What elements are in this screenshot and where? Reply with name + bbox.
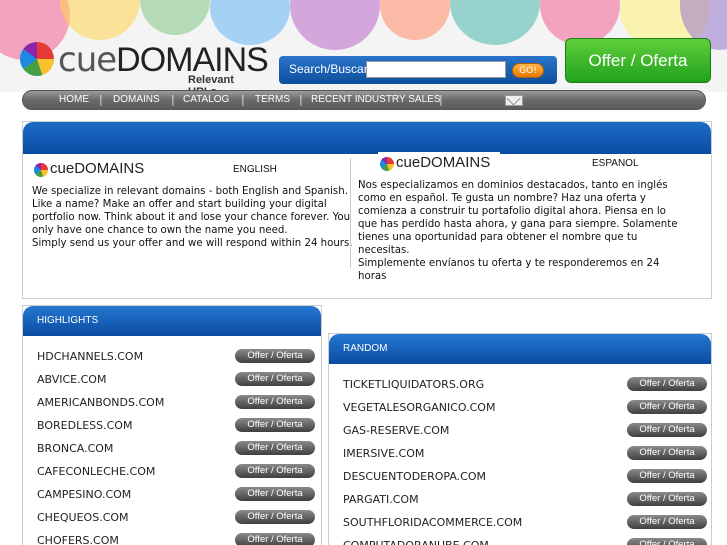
offer-button[interactable]: Offer / Oferta <box>235 441 315 455</box>
search-go-button[interactable]: GO! <box>512 63 544 78</box>
spanish-label: ESPANOL <box>592 158 639 169</box>
list-item: PARGATI.COM Offer / Oferta <box>329 490 711 513</box>
list-item: BRONCA.COM Offer / Oferta <box>23 439 321 462</box>
search-label: Search/Buscar <box>289 62 368 76</box>
list-item: HDCHANNELS.COM Offer / Oferta <box>23 347 321 370</box>
domain-name[interactable]: BOREDLESS.COM <box>37 419 132 432</box>
logo-ball-icon <box>20 42 54 76</box>
spanish-text: Nos especializamos en dominios destacado… <box>358 180 678 282</box>
random-box: RANDOM TICKETLIQUIDATORS.ORG Offer / Ofer… <box>328 333 712 545</box>
offer-button[interactable]: Offer / Oferta <box>235 418 315 432</box>
domain-name[interactable]: BRONCA.COM <box>37 442 113 455</box>
domain-name[interactable]: ABVICE.COM <box>37 373 106 386</box>
offer-button[interactable]: Offer / Oferta <box>235 510 315 524</box>
offer-button[interactable]: Offer / Oferta <box>627 377 707 391</box>
domain-name[interactable]: HDCHANNELS.COM <box>37 350 143 363</box>
offer-button[interactable]: Offer / Oferta <box>627 538 707 545</box>
offer-button[interactable]: Offer / Oferta <box>627 446 707 460</box>
site-logo[interactable]: cueDOMAINS Relevant URLs <box>20 40 269 98</box>
list-item: GAS-RESERVE.COM Offer / Oferta <box>329 421 711 444</box>
offer-button[interactable]: Offer / Oferta <box>235 533 315 545</box>
nav-domains[interactable]: DOMAINS <box>113 94 160 105</box>
domain-name[interactable]: CHOFERS.COM <box>37 534 119 545</box>
logo-ball-icon <box>34 163 48 177</box>
search-input[interactable] <box>366 61 506 78</box>
offer-button[interactable]: Offer / Oferta <box>627 400 707 414</box>
search-bar: Search/Buscar GO! <box>279 56 557 84</box>
domain-name[interactable]: COMPUTADORANUBE.COM <box>343 539 489 545</box>
offer-button[interactable]: Offer / Oferta <box>565 38 711 83</box>
intro-spanish: cueDOMAINS ESPANOL Nos especializamos en… <box>358 152 683 283</box>
list-item: DESCUENTODEROPA.COM Offer / Oferta <box>329 467 711 490</box>
list-item: BOREDLESS.COM Offer / Oferta <box>23 416 321 439</box>
domain-name[interactable]: VEGETALESORGANICO.COM <box>343 401 495 414</box>
domain-name[interactable]: PARGATI.COM <box>343 493 419 506</box>
list-item: IMERSIVE.COM Offer / Oferta <box>329 444 711 467</box>
nav-catalog[interactable]: CATALOG <box>183 94 229 105</box>
domain-name[interactable]: AMERICANBONDS.COM <box>37 396 164 409</box>
list-item: AMERICANBONDS.COM Offer / Oferta <box>23 393 321 416</box>
offer-button[interactable]: Offer / Oferta <box>627 492 707 506</box>
list-item: SOUTHFLORIDACOMMERCE.COM Offer / Oferta <box>329 513 711 536</box>
nav-terms[interactable]: TERMS <box>255 94 290 105</box>
domain-name[interactable]: SOUTHFLORIDACOMMERCE.COM <box>343 516 522 529</box>
intro-divider <box>350 158 351 268</box>
list-item: CHEQUEOS.COM Offer / Oferta <box>23 508 321 531</box>
highlights-title: HIGHLIGHTS <box>23 306 321 336</box>
domain-name[interactable]: CAFECONLECHE.COM <box>37 465 155 478</box>
list-item: VEGETALESORGANICO.COM Offer / Oferta <box>329 398 711 421</box>
english-label: ENGLISH <box>233 164 277 175</box>
list-item: CAFECONLECHE.COM Offer / Oferta <box>23 462 321 485</box>
list-item: CAMPESINO.COM Offer / Oferta <box>23 485 321 508</box>
intro-header-bar <box>23 122 711 154</box>
mail-icon[interactable] <box>505 95 523 106</box>
intro-english: cueDOMAINS ENGLISH We specialize in rele… <box>32 158 357 250</box>
mini-logo: cueDOMAINS <box>378 152 500 174</box>
offer-button[interactable]: Offer / Oferta <box>235 349 315 363</box>
list-item: CHOFERS.COM Offer / Oferta <box>23 531 321 545</box>
nav-recent-sales[interactable]: RECENT INDUSTRY SALES <box>311 94 440 105</box>
list-item: COMPUTADORANUBE.COM Offer / Oferta <box>329 536 711 545</box>
offer-button[interactable]: Offer / Oferta <box>235 464 315 478</box>
offer-button[interactable]: Offer / Oferta <box>235 372 315 386</box>
highlights-box: HIGHLIGHTS HDCHANNELS.COM Offer / Oferta A… <box>22 305 322 545</box>
domain-name[interactable]: DESCUENTODEROPA.COM <box>343 470 486 483</box>
logo-cue: cue <box>58 40 117 80</box>
nav-home[interactable]: HOME <box>59 94 89 105</box>
domain-name[interactable]: GAS-RESERVE.COM <box>343 424 449 437</box>
offer-button[interactable]: Offer / Oferta <box>627 469 707 483</box>
domain-name[interactable]: IMERSIVE.COM <box>343 447 424 460</box>
mini-logo: cueDOMAINS <box>32 158 154 180</box>
list-item: TICKETLIQUIDATORS.ORG Offer / Oferta <box>329 375 711 398</box>
offer-button[interactable]: Offer / Oferta <box>235 487 315 501</box>
logo-ball-icon <box>380 157 394 171</box>
intro-panel: cueDOMAINS ENGLISH We specialize in rele… <box>22 121 712 299</box>
offer-button[interactable]: Offer / Oferta <box>627 423 707 437</box>
domain-name[interactable]: TICKETLIQUIDATORS.ORG <box>343 378 484 391</box>
english-text: We specialize in relevant domains - both… <box>32 186 353 249</box>
random-title: RANDOM <box>329 334 711 364</box>
main-nav: HOME | DOMAINS | CATALOG | TERMS | RECEN… <box>22 90 706 110</box>
domain-name[interactable]: CHEQUEOS.COM <box>37 511 129 524</box>
offer-button[interactable]: Offer / Oferta <box>627 515 707 529</box>
offer-button[interactable]: Offer / Oferta <box>235 395 315 409</box>
domain-name[interactable]: CAMPESINO.COM <box>37 488 131 501</box>
list-item: ABVICE.COM Offer / Oferta <box>23 370 321 393</box>
